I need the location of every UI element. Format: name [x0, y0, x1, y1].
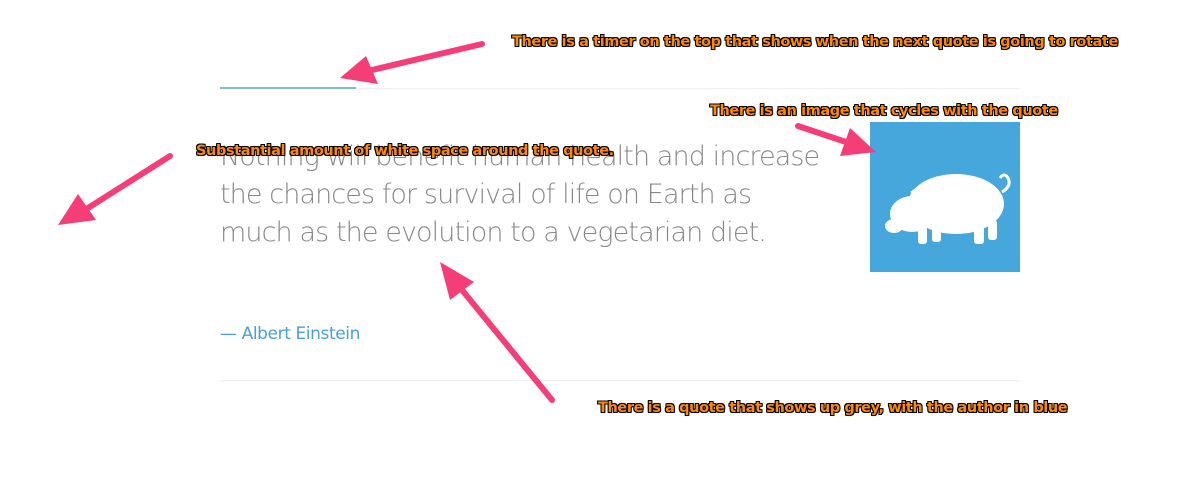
rotation-timer-bar — [220, 87, 1020, 89]
quote-author: — Albert Einstein — [220, 324, 360, 344]
quote-image — [870, 122, 1020, 272]
annotation-timer-note: There is a timer on the top that shows w… — [512, 34, 1118, 50]
annotation-image-note: There is an image that cycles with the q… — [710, 103, 1058, 119]
annotation-whitespace-note: Substantial amount of white space around… — [196, 143, 614, 159]
rotation-timer-fill — [220, 87, 356, 89]
bottom-divider — [220, 380, 1020, 381]
pig-icon — [885, 173, 1011, 244]
arrow-to-whitespace — [58, 153, 173, 225]
annotation-quote-note: There is a quote that shows up grey, wit… — [598, 400, 1068, 416]
arrow-to-timer — [340, 41, 485, 84]
